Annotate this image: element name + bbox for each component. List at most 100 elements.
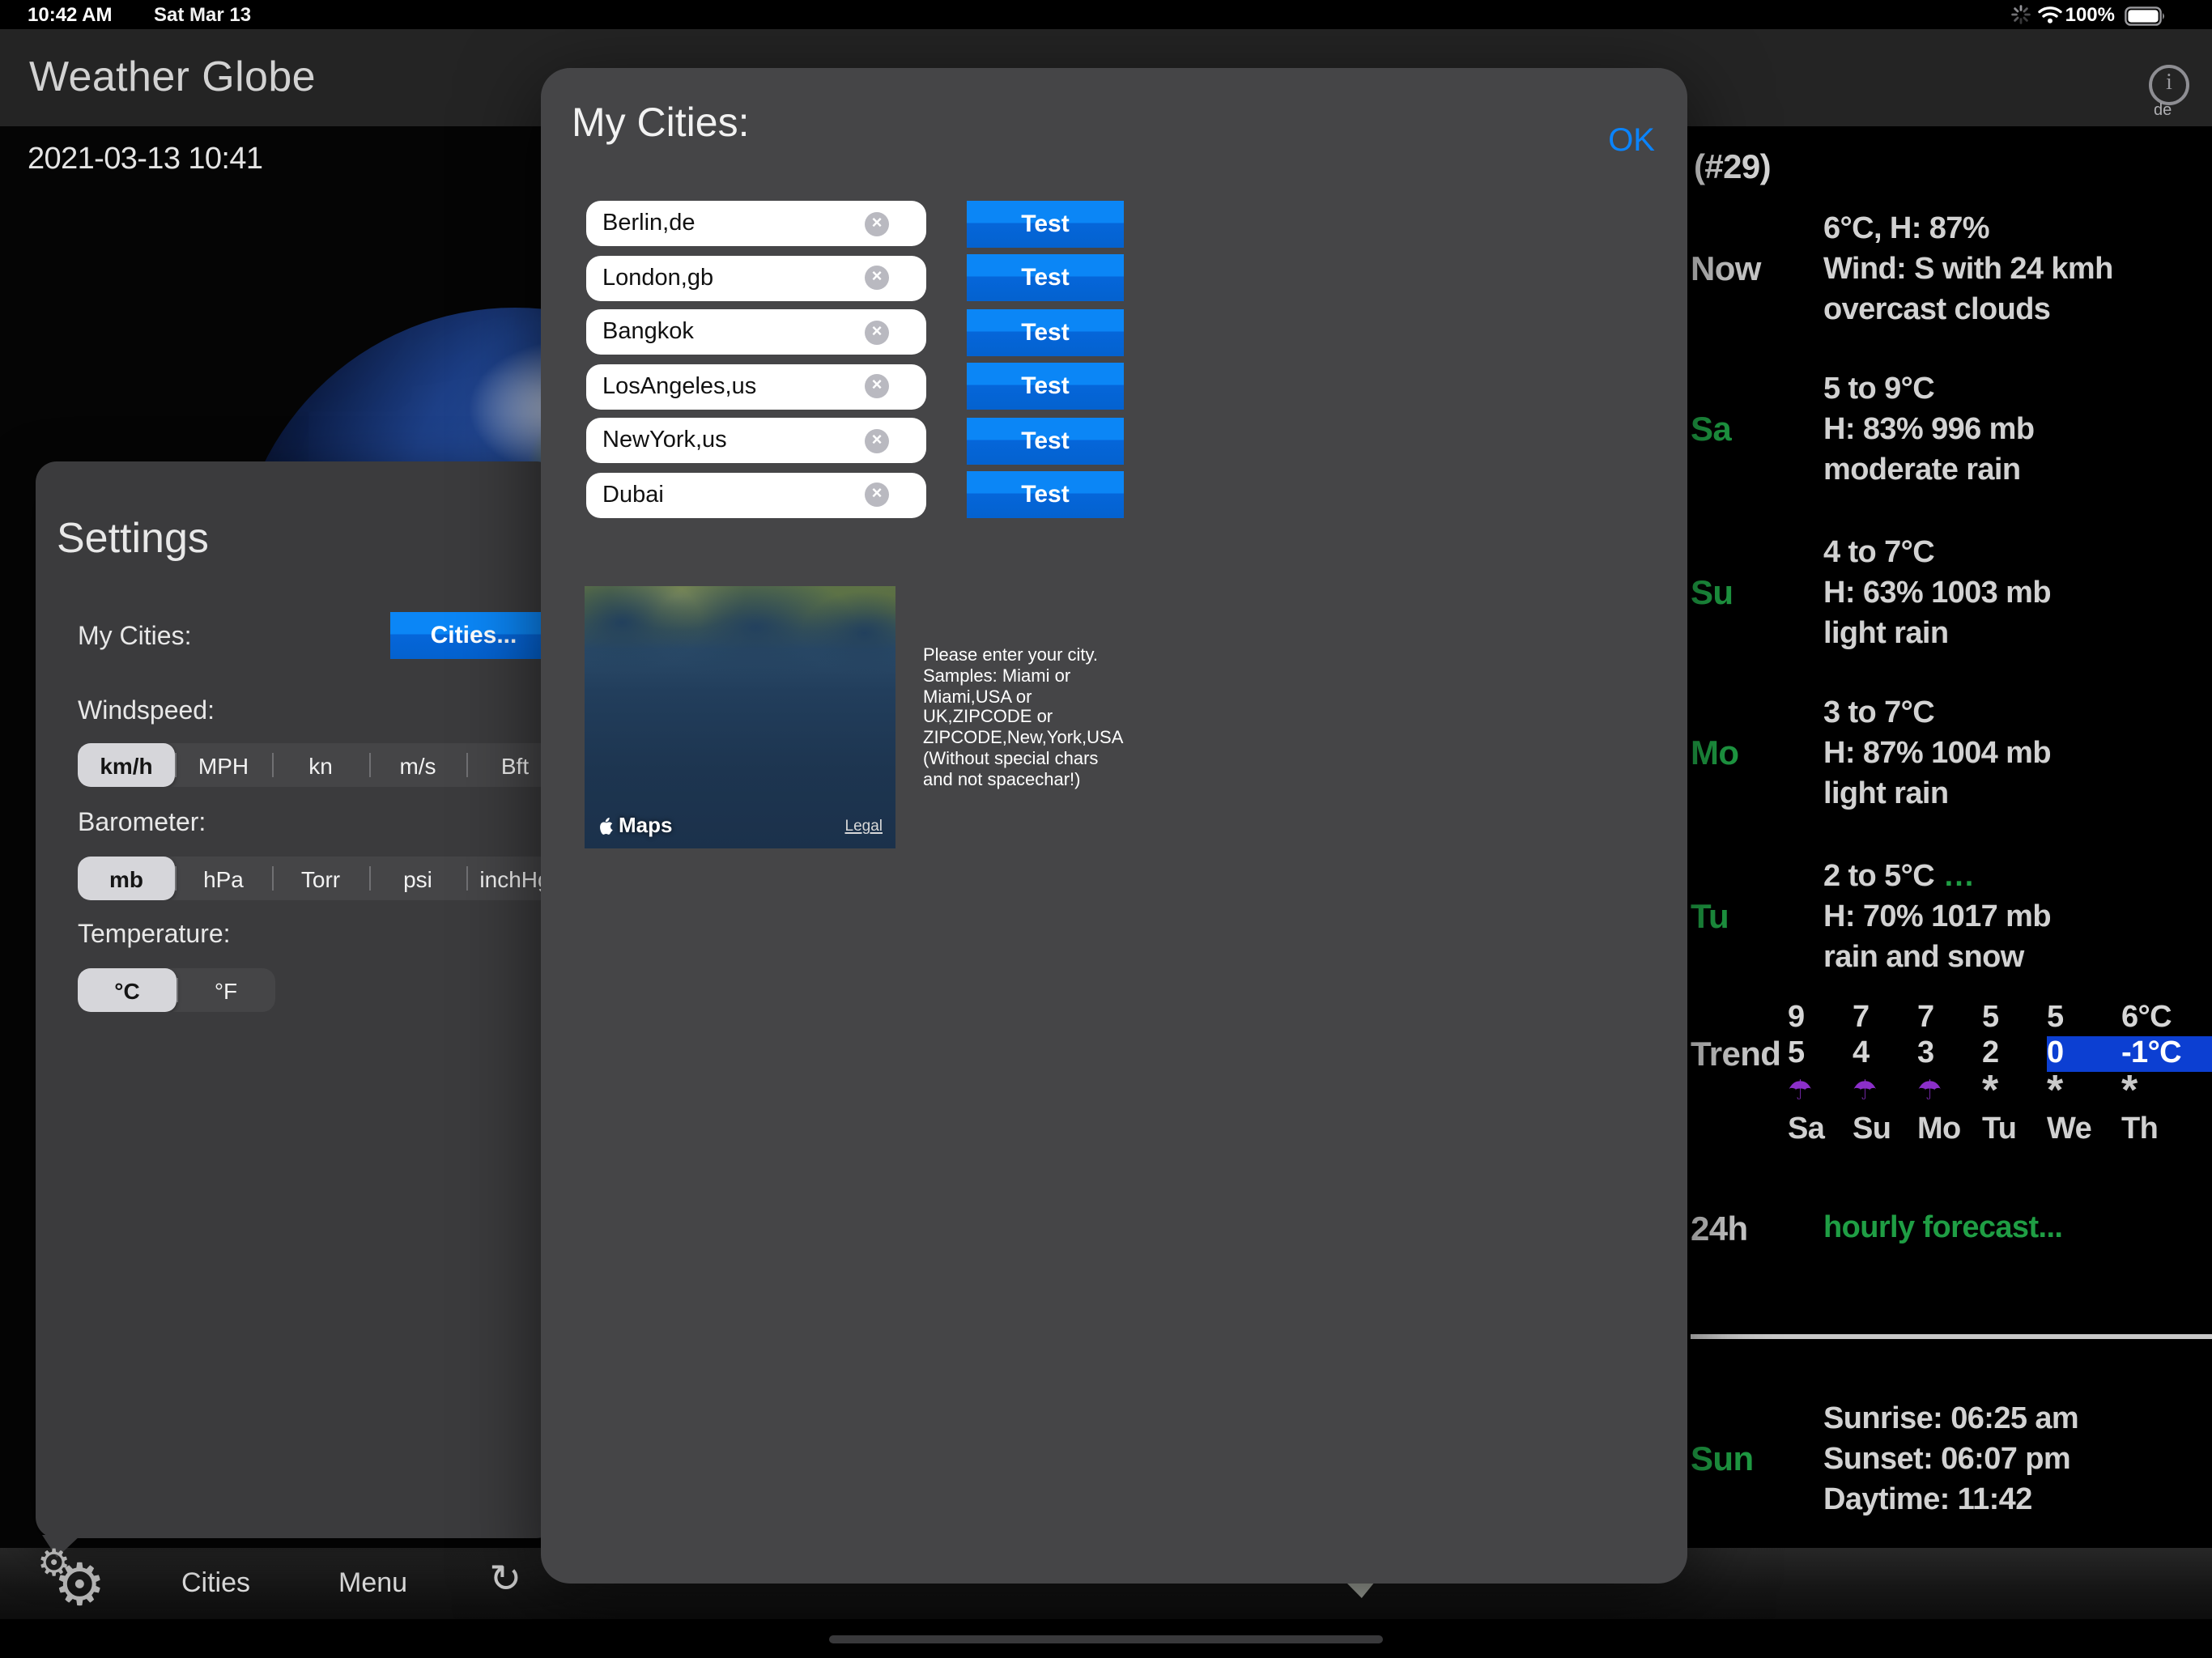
- trend-high: 5: [2047, 1001, 2064, 1035]
- barometer-option-psi[interactable]: psi: [369, 857, 466, 900]
- city-row: × Test: [586, 254, 1124, 301]
- forecast-line: 4 to 7°C: [1823, 536, 1935, 570]
- my-cities-modal: My Cities: OK × Test × Test × Test × Tes…: [541, 68, 1687, 1584]
- trend-day: Th: [2121, 1112, 2159, 1146]
- test-button-4[interactable]: Test: [967, 363, 1124, 410]
- forecast-line: Wind: S with 24 kmh: [1823, 253, 2113, 287]
- windspeed-option-ms[interactable]: m/s: [369, 743, 466, 787]
- windspeed-option-kn[interactable]: kn: [272, 743, 369, 787]
- sun-lines: Sunrise: 06:25 am Sunset: 06:07 pm Dayti…: [1823, 1399, 2079, 1520]
- snow-icon: *: [1982, 1072, 1998, 1111]
- apple-maps-label: Maps: [598, 813, 672, 837]
- app-title: Weather Globe: [29, 52, 316, 100]
- hourly-forecast-link[interactable]: hourly forecast...: [1823, 1211, 2063, 1250]
- sunrise-line: Sunrise: 06:25 am: [1823, 1402, 2079, 1436]
- forecast-row-tu: Tu 2 to 5°C ... H: 70% 1017 mb rain and …: [1687, 857, 2212, 978]
- trend-high: 9: [1788, 1001, 1805, 1035]
- trend-col-mo: 7 3 ☂ Mo: [1917, 1001, 1982, 1148]
- city-row: × Test: [586, 471, 1124, 518]
- row-lines: 4 to 7°C H: 63% 1003 mb light rain: [1823, 533, 2052, 654]
- forecast-row-mo: Mo 3 to 7°C H: 87% 1004 mb light rain: [1687, 693, 2212, 814]
- temperature-option-f[interactable]: °F: [177, 968, 275, 1012]
- battery-icon: [2125, 6, 2167, 25]
- test-button-2[interactable]: Test: [967, 254, 1124, 301]
- city-row: × Test: [586, 200, 1124, 247]
- trend-col-sa: 9 5 ☂ Sa: [1788, 1001, 1853, 1148]
- test-button-1[interactable]: Test: [967, 200, 1124, 247]
- clear-icon[interactable]: ×: [865, 374, 889, 398]
- apple-logo-icon: [600, 817, 613, 834]
- windspeed-segmented-control: km/h MPH kn m/s Bft: [78, 743, 564, 787]
- trend-high: 7: [1853, 1001, 1870, 1035]
- refresh-icon[interactable]: ↻: [489, 1556, 521, 1603]
- trend-day: Sa: [1788, 1112, 1825, 1146]
- barometer-option-hpa[interactable]: hPa: [175, 857, 272, 900]
- cities-button[interactable]: Cities...: [390, 612, 557, 659]
- temperature-label: Temperature:: [78, 921, 231, 949]
- sunset-line: Sunset: 06:07 pm: [1823, 1443, 2071, 1477]
- snow-icon: *: [2047, 1072, 2063, 1111]
- temperature-segmented-control: °C °F: [78, 968, 275, 1012]
- forecast-line: H: 63% 1003 mb: [1823, 576, 2052, 610]
- barometer-label: Barometer:: [78, 810, 206, 837]
- forecast-line: 6°C, H: 87%: [1823, 212, 1990, 246]
- trend-label: Trend: [1691, 1036, 1781, 1073]
- city-help-text: Please enter your city. Samples: Miami o…: [923, 646, 1124, 790]
- row-label-tu: Tu: [1691, 898, 1729, 935]
- trend-low-highlighted: -1°C: [2121, 1036, 2212, 1072]
- trend-day: Su: [1853, 1112, 1891, 1146]
- windspeed-option-mph[interactable]: MPH: [175, 743, 272, 787]
- daytime-line: Daytime: 11:42: [1823, 1483, 2032, 1517]
- trend-table: 9 5 ☂ Sa 7 4 ☂ Su 7 3 ☂ Mo 5 2 * Tu 5 0 …: [1788, 1001, 2212, 1148]
- info-icon[interactable]: i: [2149, 65, 2189, 105]
- forecast-line: rain and snow: [1823, 941, 2024, 975]
- trend-low: 4: [1853, 1036, 1870, 1070]
- settings-title: Settings: [57, 513, 209, 562]
- maps-label-text: Maps: [619, 813, 673, 837]
- clear-icon[interactable]: ×: [865, 320, 889, 344]
- trend-low: 5: [1788, 1036, 1805, 1070]
- test-button-3[interactable]: Test: [967, 308, 1124, 355]
- forecast-row-su: Su 4 to 7°C H: 63% 1003 mb light rain: [1687, 533, 2212, 654]
- map-thumbnail[interactable]: Maps Legal: [585, 586, 895, 848]
- sun-label: Sun: [1691, 1440, 1754, 1477]
- clear-icon[interactable]: ×: [865, 266, 889, 290]
- windspeed-option-kmh[interactable]: km/h: [78, 743, 175, 787]
- toolbar-cities-button[interactable]: Cities: [181, 1567, 250, 1600]
- hourly-label: 24h: [1691, 1211, 1748, 1248]
- modal-title: My Cities:: [572, 100, 750, 146]
- sun-row: Sun Sunrise: 06:25 am Sunset: 06:07 pm D…: [1687, 1399, 2212, 1520]
- city-row: × Test: [586, 363, 1124, 410]
- activity-spinner-icon: [2011, 5, 2031, 24]
- forecast-line: H: 87% 1004 mb: [1823, 737, 2052, 771]
- test-button-5[interactable]: Test: [967, 417, 1124, 464]
- app-root: 2021-03-13 10:41 Weather Globe i de 10:4…: [0, 0, 2212, 1658]
- wifi-icon: [2037, 5, 2063, 24]
- my-cities-label: My Cities:: [78, 623, 192, 651]
- home-indicator[interactable]: [829, 1635, 1383, 1643]
- trend-day: Tu: [1982, 1112, 2017, 1146]
- trend-day: We: [2047, 1112, 2092, 1146]
- station-id: (#29): [1694, 149, 1772, 186]
- row-lines: 5 to 9°C H: 83% 996 mb moderate rain: [1823, 369, 2035, 491]
- barometer-option-mb[interactable]: mb: [78, 857, 175, 900]
- gear-icon[interactable]: ⚙: [53, 1555, 106, 1613]
- clear-icon[interactable]: ×: [865, 428, 889, 453]
- legal-link[interactable]: Legal: [845, 818, 883, 835]
- trend-high: 7: [1917, 1001, 1934, 1035]
- test-button-6[interactable]: Test: [967, 471, 1124, 518]
- umbrella-icon: ☂: [1853, 1075, 1878, 1106]
- clear-icon[interactable]: ×: [865, 483, 889, 507]
- trend-low: 3: [1917, 1036, 1934, 1070]
- barometer-option-torr[interactable]: Torr: [272, 857, 369, 900]
- temperature-option-c[interactable]: °C: [78, 968, 177, 1012]
- toolbar-menu-button[interactable]: Menu: [338, 1567, 407, 1600]
- trend-high: 5: [1982, 1001, 1999, 1035]
- bottom-strip: [0, 1619, 2212, 1658]
- trend-high: 6°C: [2121, 1001, 2172, 1035]
- ok-button[interactable]: OK: [1608, 123, 1655, 160]
- forecast-row-now: Now 6°C, H: 87% Wind: S with 24 kmh over…: [1687, 209, 2212, 330]
- current-datetime: 2021-03-13 10:41: [28, 142, 263, 176]
- clear-icon[interactable]: ×: [865, 211, 889, 236]
- forecast-line: H: 70% 1017 mb: [1823, 900, 2052, 934]
